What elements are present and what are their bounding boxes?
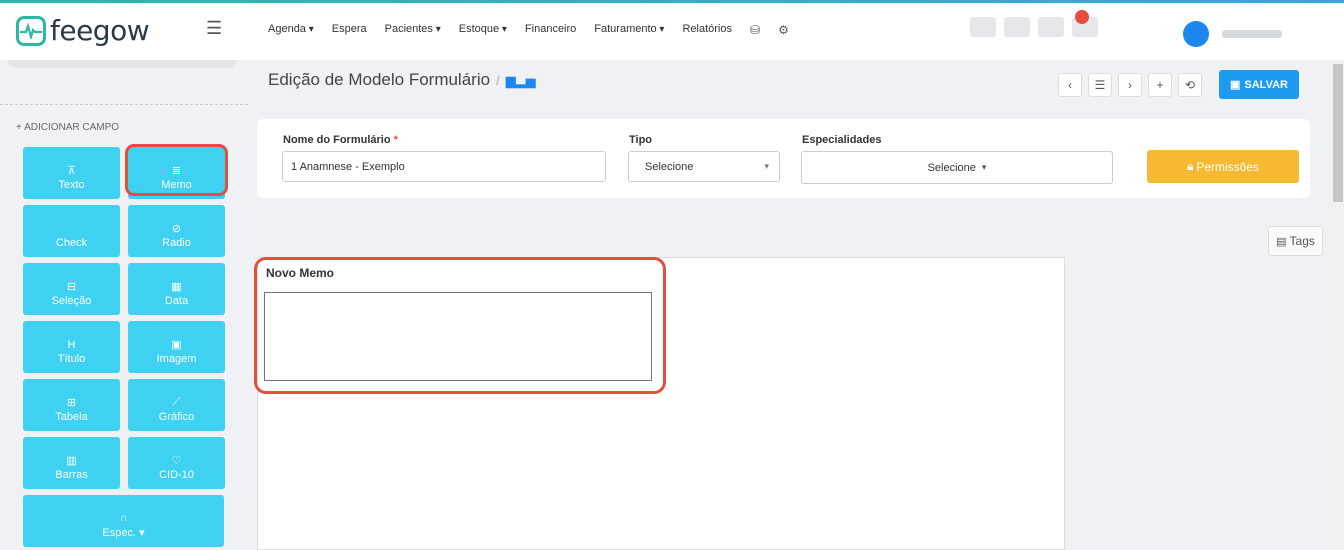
add-field-titulo-button[interactable]: H Título	[23, 321, 120, 373]
nav-item-relatorios[interactable]: Relatórios	[682, 23, 732, 37]
calendar-icon: ▦	[171, 281, 182, 293]
lock-icon: 🔒︎	[1186, 159, 1194, 173]
field-label: Espec.	[102, 527, 137, 539]
add-button[interactable]: +	[1148, 73, 1172, 97]
select-icon: ⊟	[66, 281, 77, 293]
logo-icon	[16, 15, 46, 46]
add-field-grafico-button[interactable]: ⟋ Gráfico	[128, 379, 225, 431]
add-field-check-button[interactable]: Check	[23, 205, 120, 257]
tipo-label: Tipo	[629, 134, 653, 146]
permissions-button[interactable]: 🔒︎ Permissões	[1147, 150, 1299, 183]
field-label: Imagem	[156, 353, 197, 365]
tipo-select[interactable]: Selecione ▾	[628, 151, 780, 182]
previous-button[interactable]: ‹	[1058, 73, 1082, 97]
tags-label: Tags	[1289, 234, 1315, 248]
field-label: Data	[164, 295, 189, 307]
add-field-title: + ADICIONAR CAMPO	[16, 122, 120, 133]
sidebar-search-box[interactable]	[8, 60, 236, 68]
field-label: Check	[55, 237, 88, 249]
stethoscope-icon: ♡	[171, 455, 182, 467]
breadcrumb-separator: /	[496, 73, 500, 88]
headphones-icon: ∩	[119, 512, 128, 524]
sidebar-divider	[0, 104, 248, 105]
app-logo[interactable]: feegow	[16, 14, 150, 47]
tipo-select-value: Selecione	[645, 160, 694, 173]
nav-item-pacientes[interactable]: Pacientes	[385, 23, 441, 37]
memo-field-highlight	[254, 257, 666, 394]
field-label: Radio	[162, 237, 191, 249]
memo-button-highlight	[125, 144, 228, 196]
header-action-button[interactable]	[1004, 17, 1030, 37]
chevron-down-icon: ▾	[981, 162, 987, 172]
especialidades-label: Especialidades	[802, 134, 882, 146]
especialidades-select[interactable]: Selecione ▾	[801, 151, 1113, 184]
text-icon: ⊼	[67, 165, 76, 177]
heading-icon: H	[67, 339, 76, 351]
add-field-data-button[interactable]: ▦ Data	[128, 263, 225, 315]
user-name[interactable]	[1222, 30, 1282, 38]
form-name-label: Nome do Formulário *	[283, 134, 398, 146]
add-field-selecao-button[interactable]: ⊟ Seleção	[23, 263, 120, 315]
field-label: Texto	[58, 179, 85, 191]
save-label: SALVAR	[1244, 78, 1288, 91]
nav-item-agenda[interactable]: Agenda	[268, 23, 314, 37]
especialidades-select-value: Selecione	[927, 161, 976, 174]
nav-item-estoque[interactable]: Estoque	[459, 23, 507, 37]
nav-item-espera[interactable]: Espera	[332, 23, 367, 37]
field-label: Gráfico	[158, 411, 195, 423]
add-field-radio-button[interactable]: ⊘ Radio	[128, 205, 225, 257]
nav-item-faturamento[interactable]: Faturamento	[594, 23, 664, 37]
nav-item-financeiro[interactable]: Financeiro	[525, 23, 576, 37]
form-name-field[interactable]: 1 Anamnese - Exemplo	[282, 151, 606, 182]
page-title-text: Edição de Modelo Formulário	[268, 70, 491, 89]
field-label: Seleção	[51, 295, 92, 307]
save-icon: ▣	[1230, 79, 1241, 91]
add-field-tabela-button[interactable]: ⊞ Tabela	[23, 379, 120, 431]
add-field-cid10-button[interactable]: ♡ CID-10	[128, 437, 225, 489]
notification-badge	[1075, 10, 1089, 24]
add-field-barras-button[interactable]: ▥ Barras	[23, 437, 120, 489]
gear-icon[interactable]: ⚙	[778, 23, 789, 37]
hamburger-menu-icon[interactable]: ☰	[206, 18, 222, 39]
page-title: Edição de Modelo Formulário / ▆▂▅	[268, 70, 536, 90]
field-label: Tabela	[55, 411, 88, 423]
image-icon: ▣	[171, 339, 182, 351]
chevron-down-icon: ▾	[764, 161, 769, 171]
field-label: Título	[57, 353, 86, 365]
history-button[interactable]: ⟲	[1178, 73, 1202, 97]
database-icon[interactable]: ⛁	[750, 23, 760, 37]
form-name-label-text: Nome do Formulário	[283, 134, 391, 146]
bar-chart-icon[interactable]: ▆▂▅	[506, 73, 536, 88]
main-nav: Agenda Espera Pacientes Estoque Financei…	[268, 23, 789, 37]
logo-text: feegow	[50, 14, 150, 47]
scrollbar-thumb[interactable]	[1333, 64, 1343, 202]
add-field-espec-button[interactable]: ∩ Espec. ▾	[23, 495, 224, 547]
barcode-icon: ▥	[66, 455, 77, 467]
add-field-texto-button[interactable]: ⊼ Texto	[23, 147, 120, 199]
tags-button[interactable]: ▤ Tags	[1268, 226, 1323, 256]
add-field-imagem-button[interactable]: ▣ Imagem	[128, 321, 225, 373]
avatar[interactable]	[1183, 21, 1209, 47]
next-button[interactable]: ›	[1118, 73, 1142, 97]
header-action-button[interactable]	[970, 17, 996, 37]
notifications-button[interactable]	[1038, 17, 1064, 37]
chevron-down-icon: ▾	[139, 527, 145, 539]
save-button[interactable]: ▣ SALVAR	[1219, 70, 1299, 99]
table-icon: ⊞	[66, 397, 77, 409]
field-label: Barras	[55, 469, 88, 481]
toolbar-buttons: ‹ ☰ › + ⟲	[1058, 73, 1202, 97]
radio-icon: ⊘	[171, 223, 182, 235]
required-mark: *	[393, 134, 398, 146]
permissions-label: Permissões	[1196, 159, 1260, 174]
list-button[interactable]: ☰	[1088, 73, 1112, 97]
chart-icon: ⟋	[172, 396, 181, 408]
tag-list-icon: ▤	[1276, 235, 1287, 248]
field-label: CID-10	[159, 469, 194, 481]
